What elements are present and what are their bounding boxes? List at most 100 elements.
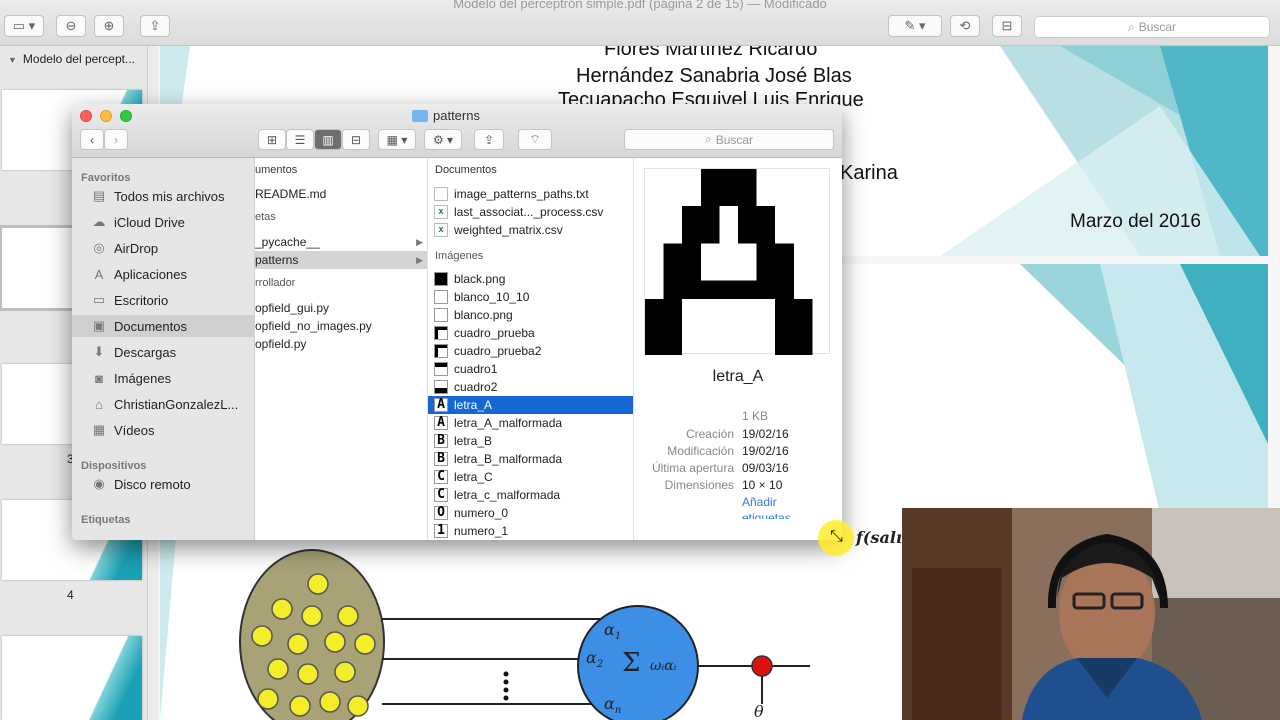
page-number-4: 4 [67, 588, 74, 602]
desktop-icon: ▭ [92, 292, 106, 307]
list-view-button[interactable]: ☰ [286, 129, 314, 150]
list-item[interactable]: x last_associat..._process.csv [428, 203, 633, 221]
ellipsis-dots [503, 671, 509, 701]
close-window-button[interactable] [80, 110, 92, 122]
column-view-button[interactable]: ▥ [314, 129, 342, 150]
back-button[interactable]: ‹ [80, 129, 104, 150]
minimize-window-button[interactable] [100, 110, 112, 122]
list-item[interactable]: Cletra_C [428, 468, 633, 486]
column-header: umentos [255, 164, 298, 176]
favorites-heading: Favoritos [81, 172, 131, 184]
list-item[interactable]: Cletra_c_malformada [428, 486, 633, 504]
finder-share-button[interactable]: ⇪ [474, 129, 504, 150]
downloads-icon: ⬇ [93, 344, 105, 359]
list-item[interactable]: Bletra_B_malformada [428, 450, 633, 468]
tags-button[interactable]: ⌔ [518, 129, 552, 150]
list-item[interactable]: blanco.png [428, 306, 633, 324]
sidebar-item-applications[interactable]: A Aplicaciones [72, 263, 255, 285]
rotate-icon: ⟲ [959, 18, 971, 33]
list-item-selected[interactable]: Aletra_A [428, 396, 633, 414]
markup-button[interactable]: ✎ ▾ [888, 15, 942, 37]
list-item[interactable]: cuadro1 [428, 360, 633, 378]
home-icon: ⌂ [95, 396, 103, 412]
forward-button[interactable]: › [104, 129, 128, 150]
list-item[interactable]: opfield.py [255, 335, 427, 353]
small-square-image-icon [434, 326, 448, 340]
list-item[interactable]: black.png [428, 270, 633, 288]
finder-toolbar: patterns ‹ › ⊞ ☰ ▥ ⊟ ▦ ▾ ⚙ ▾ ⇪ ⌔ ⌕ Buscar [72, 104, 842, 158]
list-item[interactable]: Aletra_A_malformada [428, 414, 633, 432]
file-name: blanco_10_10 [454, 290, 530, 304]
meta-label-created: Creación [685, 427, 734, 441]
letter-b-image-icon: B [434, 452, 448, 466]
group-label: etas [255, 211, 276, 223]
zoom-out-button[interactable]: ⊖ [56, 15, 86, 37]
sidebar-item-pictures[interactable]: ◙ Imágenes [72, 367, 255, 389]
preview-search-field[interactable]: ⌕ Buscar [1034, 16, 1270, 38]
list-item[interactable]: Onumero_0 [428, 504, 633, 522]
sidebar-item-all-files[interactable]: ▤ Todos mis archivos [72, 185, 255, 207]
list-item[interactable]: blanco_10_10 [428, 288, 633, 306]
sidebar-item-icloud[interactable]: ☁ iCloud Drive [72, 211, 255, 233]
meta-label-last-opened: Última apertura [651, 461, 734, 475]
finder-search-field[interactable]: ⌕ Buscar [624, 129, 834, 150]
tags-heading: Etiquetas [81, 514, 131, 526]
finder-column-parent: umentos README.md etas _pycache__ ▶ patte… [255, 158, 428, 540]
sidebar-item-home[interactable]: ⌂ ChristianGonzalezL... [72, 393, 255, 415]
letter-c-image-icon: C [434, 488, 448, 502]
list-item[interactable]: cuadro_prueba [428, 324, 633, 342]
arrange-button[interactable]: ▦ ▾ [378, 129, 416, 150]
list-item-selected-folder[interactable]: patterns ▶ [255, 251, 427, 269]
sidebar-item-documents[interactable]: ▣ Documentos [72, 315, 255, 337]
preview-toolbar: ▭ ▾ ⊖ ⊕ ⇪ Modelo del perceptrón simple.p… [0, 0, 1280, 46]
blank-image-icon [434, 290, 448, 304]
grid-icon: ⊞ [266, 132, 278, 147]
page-thumbnail-5[interactable] [2, 636, 142, 720]
list-item[interactable]: _pycache__ ▶ [255, 233, 427, 251]
sidebar-item-videos[interactable]: ▦ Vídeos [72, 419, 255, 441]
toolbox-button[interactable]: ⊟ [992, 15, 1022, 37]
letter-b-image-icon: B [434, 434, 448, 448]
airdrop-icon: ◎ [93, 240, 105, 255]
list-item[interactable]: cuadro2 [428, 378, 633, 396]
zoom-in-button[interactable]: ⊕ [94, 15, 124, 37]
alpha-2-label: α2 [586, 648, 604, 671]
list-item[interactable]: cuadro_prueba2 [428, 342, 633, 360]
list-item[interactable]: opfield_no_images.py [255, 317, 427, 335]
icon-view-button[interactable]: ⊞ [258, 129, 286, 150]
camera-icon: ◙ [95, 370, 103, 386]
sidebar-item-desktop[interactable]: ▭ Escritorio [72, 289, 255, 311]
add-tags-link[interactable]: Añadir [742, 495, 777, 509]
sidebar-toggle-button[interactable]: ▭ ▾ [4, 15, 44, 37]
sidebar-item-downloads[interactable]: ⬇ Descargas [72, 341, 255, 363]
finder-title: patterns [412, 108, 480, 123]
action-button[interactable]: ⚙ ▾ [424, 129, 462, 150]
cloud-icon: ☁ [92, 214, 106, 229]
rotate-button[interactable]: ⟲ [950, 15, 980, 37]
webcam-overlay [902, 508, 1280, 720]
alpha-n-label: αn [604, 694, 622, 717]
sidebar-item-airdrop[interactable]: ◎ AirDrop [72, 237, 255, 259]
list-item[interactable]: x weighted_matrix.csv [428, 221, 633, 239]
sidebar-document-title[interactable]: ▼ Modelo del percept... [8, 52, 135, 66]
share-icon: ⇪ [483, 132, 495, 147]
cover-flow-button[interactable]: ⊟ [342, 129, 370, 150]
list-item[interactable]: Bletra_B [428, 432, 633, 450]
list-item[interactable]: 1 numero_1 [428, 522, 633, 540]
list-item[interactable]: opfield_gui.py [255, 299, 427, 317]
finder-column-patterns: Documentos image_patterns_paths.txt x las… [428, 158, 634, 540]
column-header: Documentos [435, 164, 497, 176]
folder-icon [412, 109, 428, 122]
sum-symbol: Σ [622, 648, 641, 678]
presentation-date: Marzo del 2016 [1070, 211, 1201, 232]
list-item[interactable]: image_patterns_paths.txt [428, 185, 633, 203]
applications-icon: A [94, 266, 104, 282]
sidebar-item-remote-disc[interactable]: ◉ Disco remoto [72, 473, 255, 495]
list-item[interactable]: README.md [255, 185, 427, 203]
zoom-window-button[interactable] [120, 110, 132, 122]
finder-sidebar: Favoritos ▤ Todos mis archivos ☁ iCloud Dr… [72, 158, 255, 540]
file-name: letra_c_malformada [454, 488, 561, 502]
all-files-icon: ▤ [92, 188, 106, 203]
share-button[interactable]: ⇪ [140, 15, 170, 37]
tags-link-cut[interactable]: etiquetas... [742, 511, 801, 519]
